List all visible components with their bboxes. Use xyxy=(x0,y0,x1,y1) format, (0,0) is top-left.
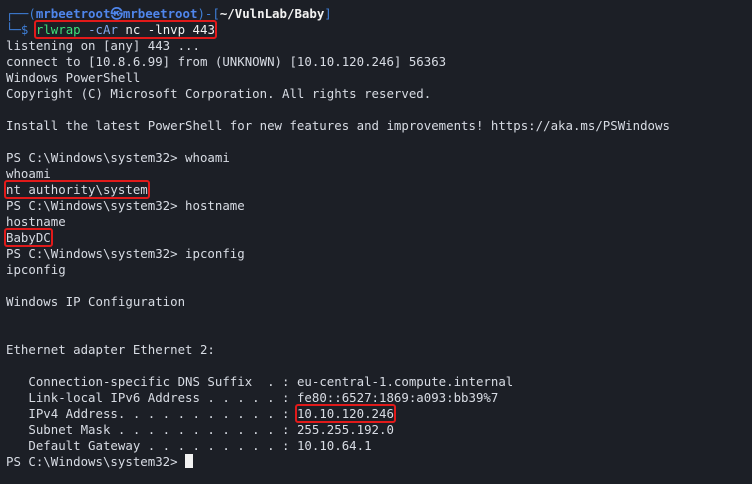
dns-value: eu-central-1.compute.internal xyxy=(296,374,514,389)
ps-prompt: PS C:\Windows\system32> xyxy=(6,150,186,165)
output-connect: connect to [10.8.6.99] from (UNKNOWN) [1… xyxy=(6,54,447,69)
output-result-line: nt authority\system xyxy=(4,180,752,199)
mask-label: Subnet Mask . . . . . . . . . . . : xyxy=(6,422,297,437)
command-rest: nc -lnvp 443 xyxy=(125,22,215,37)
output-copyright: Copyright (C) Microsoft Corporation. All… xyxy=(6,86,432,101)
prompt-host: mrbeetroot xyxy=(122,6,198,21)
ps-prompt-line-final[interactable]: PS C:\Windows\system32> xyxy=(6,454,752,470)
mask-value: 255.255.192.0 xyxy=(296,422,394,437)
prompt-command-line: └─$ rlwrap -cAr nc -lnvp 443 xyxy=(6,20,752,39)
output-ip-config-title: Windows IP Configuration xyxy=(6,294,186,309)
prompt-dollar: $ xyxy=(20,22,29,37)
command-name: rlwrap xyxy=(35,22,81,37)
ps-prompt-line: PS C:\Windows\system32> hostname xyxy=(6,198,752,214)
prompt-path: ~/VulnLab/Baby xyxy=(219,6,325,21)
ps-prompt: PS C:\Windows\system32> xyxy=(6,246,186,261)
output-echo: hostname xyxy=(6,214,66,229)
prompt-at-symbol: ㉿ xyxy=(110,6,123,21)
ipconfig-row-mask: Subnet Mask . . . . . . . . . . . : 255.… xyxy=(6,422,752,438)
dns-label: Connection-specific DNS Suffix . : xyxy=(6,374,297,389)
gateway-value: 10.10.64.1 xyxy=(296,438,372,453)
ipv4-label: IPv4 Address. . . . . . . . . . . : xyxy=(6,406,297,421)
terminal-window[interactable]: ┌──(mrbeetroot㉿mrbeetroot)-[~/VulnLab/Ba… xyxy=(0,0,752,484)
prompt-frame-top: ┌──( xyxy=(6,6,36,21)
prompt-header-line: ┌──(mrbeetroot㉿mrbeetroot)-[~/VulnLab/Ba… xyxy=(6,6,752,22)
ps-prompt: PS C:\Windows\system32> xyxy=(6,454,186,469)
prompt-path-open: )-[ xyxy=(197,6,220,21)
ps-prompt: PS C:\Windows\system32> xyxy=(6,198,186,213)
output-ps-banner: Windows PowerShell xyxy=(6,70,141,85)
prompt-path-close: ] xyxy=(324,6,332,21)
ps-prompt-line: PS C:\Windows\system32> ipconfig xyxy=(6,246,752,262)
ipconfig-row-ipv6: Link-local IPv6 Address . . . . . : fe80… xyxy=(6,390,752,406)
ipv6-value: fe80::6527:1869:a093:bb39%7 xyxy=(296,390,499,405)
ipv6-label: Link-local IPv6 Address . . . . . : xyxy=(6,390,297,405)
ipconfig-row-gateway: Default Gateway . . . . . . . . . : 10.1… xyxy=(6,438,752,454)
highlighted-ipv4-value: 10.10.120.246 xyxy=(294,404,396,423)
ps-prompt-line: PS C:\Windows\system32> whoami xyxy=(6,150,752,166)
cursor-block[interactable] xyxy=(185,454,194,468)
highlighted-command: rlwrap -cAr nc -lnvp 443 xyxy=(33,20,217,39)
output-listening: listening on [any] 443 ... xyxy=(6,38,200,53)
ipconfig-row-dns: Connection-specific DNS Suffix . : eu-ce… xyxy=(6,374,752,390)
highlighted-hostname-result: BabyDC xyxy=(4,228,53,247)
highlighted-whoami-result: nt authority\system xyxy=(4,180,150,199)
command-flag: -cAr xyxy=(88,22,118,37)
gateway-label: Default Gateway . . . . . . . . . : xyxy=(6,438,297,453)
ps-command: whoami xyxy=(185,150,230,165)
prompt-user: mrbeetroot xyxy=(35,6,111,21)
output-result-line: BabyDC xyxy=(4,228,752,247)
prompt-frame-bottom: └─ xyxy=(6,22,21,37)
output-echo: ipconfig xyxy=(6,262,66,277)
output-echo: whoami xyxy=(6,166,51,181)
ps-command: ipconfig xyxy=(185,246,245,261)
ps-command: hostname xyxy=(185,198,245,213)
output-install-tip: Install the latest PowerShell for new fe… xyxy=(6,118,670,133)
output-adapter: Ethernet adapter Ethernet 2: xyxy=(6,342,215,357)
ipconfig-row-ipv4: IPv4 Address. . . . . . . . . . . : 10.1… xyxy=(6,404,752,423)
